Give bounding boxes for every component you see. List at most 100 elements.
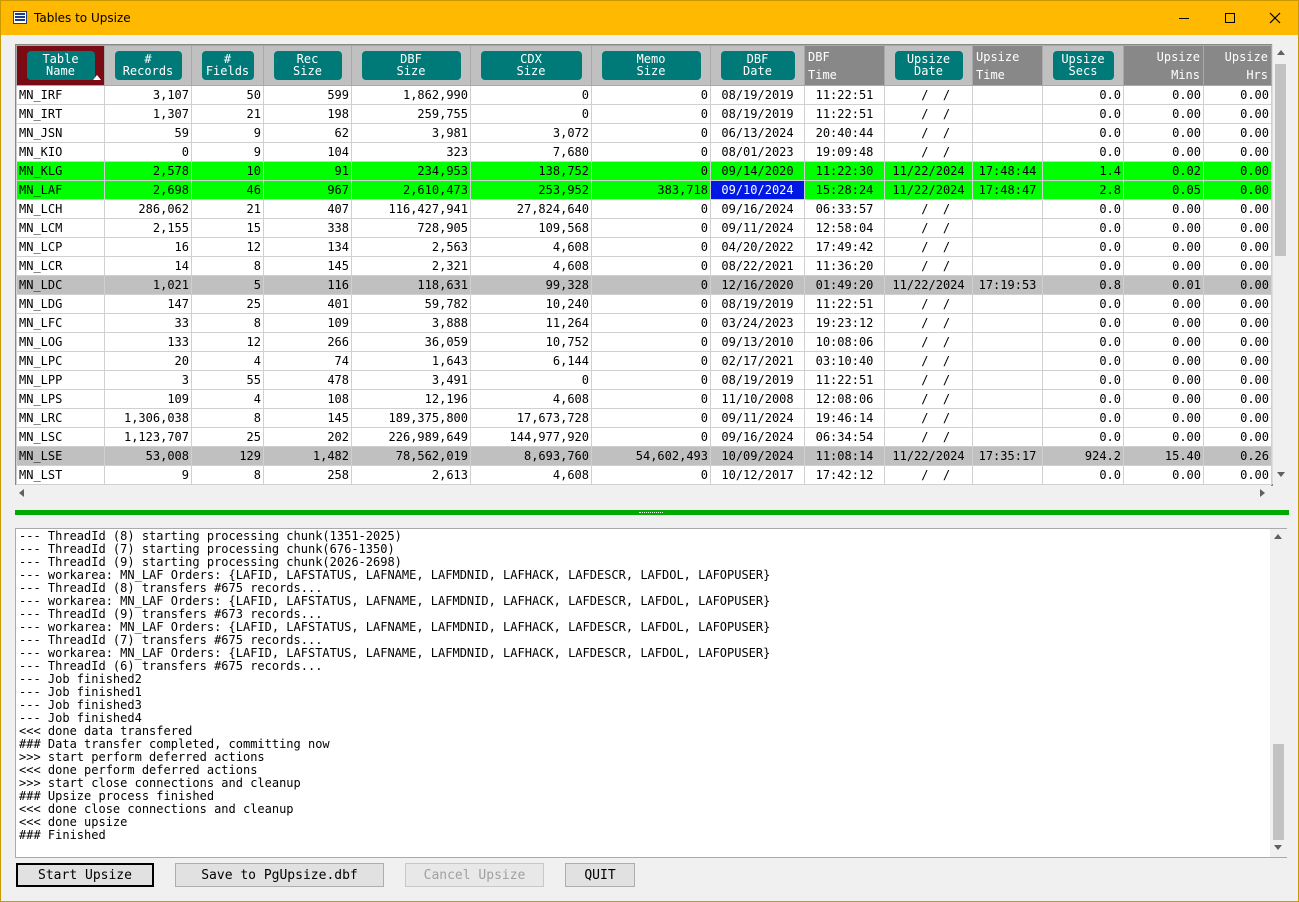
- grid-cell[interactable]: / /: [884, 370, 973, 390]
- grid-cell[interactable]: 189,375,800: [351, 408, 471, 428]
- grid-cell[interactable]: 0: [591, 123, 711, 143]
- grid-cell[interactable]: MN_LSC: [16, 427, 105, 447]
- grid-cell[interactable]: / /: [884, 237, 973, 257]
- grid-cell[interactable]: 134: [263, 237, 352, 257]
- grid-cell[interactable]: 4: [191, 389, 264, 409]
- table-row[interactable]: MN_IRT 1,307 21 198 259,755 0 0 08/19/2019 11:22…: [16, 104, 1272, 124]
- grid-cell[interactable]: / /: [884, 85, 973, 105]
- column-header-upsize-mins[interactable]: Upsize Mins: [1123, 45, 1204, 86]
- grid-horizontal-scrollbar[interactable]: [15, 485, 1271, 501]
- grid-cell[interactable]: 0: [591, 104, 711, 124]
- grid-cell[interactable]: 0: [104, 142, 192, 162]
- scroll-up-icon[interactable]: [1277, 50, 1285, 55]
- grid-cell[interactable]: 10,752: [470, 332, 592, 352]
- grid-cell[interactable]: 8: [191, 256, 264, 276]
- grid-cell[interactable]: 2,613: [351, 465, 471, 485]
- grid-cell[interactable]: 0: [591, 142, 711, 162]
- grid-cell[interactable]: 1,123,707: [104, 427, 192, 447]
- grid-cell[interactable]: 0.00: [1203, 199, 1272, 219]
- grid-cell[interactable]: 10,240: [470, 294, 592, 314]
- grid-cell[interactable]: 50: [191, 85, 264, 105]
- log-panel[interactable]: --- ThreadId (8) starting processing chu…: [15, 528, 1287, 858]
- grid-cell[interactable]: 0: [591, 389, 711, 409]
- table-row[interactable]: MN_KIO 0 9 104 323 7,680 0 08/01/2023 19:09:48 /…: [16, 142, 1272, 162]
- grid-cell[interactable]: 91: [263, 161, 352, 181]
- grid-cell[interactable]: 17:48:47: [972, 180, 1043, 200]
- grid-cell[interactable]: 0.0: [1042, 237, 1124, 257]
- table-row[interactable]: MN_LPC 20 4 74 1,643 6,144 0 02/17/2021 03:10:40…: [16, 351, 1272, 371]
- grid-cell[interactable]: 145: [263, 408, 352, 428]
- grid-cell[interactable]: 7,680: [470, 142, 592, 162]
- grid-cell[interactable]: 0: [591, 408, 711, 428]
- column-header-memo-size[interactable]: Memo Size: [591, 45, 711, 86]
- grid-cell[interactable]: MN_LPS: [16, 389, 105, 409]
- grid-cell[interactable]: / /: [884, 123, 973, 143]
- grid-cell[interactable]: 0.00: [1203, 104, 1272, 124]
- scroll-right-icon[interactable]: [1260, 489, 1265, 497]
- grid-cell[interactable]: 0.01: [1123, 275, 1204, 295]
- grid-cell[interactable]: 11,264: [470, 313, 592, 333]
- grid-cell[interactable]: 0: [591, 218, 711, 238]
- grid-cell[interactable]: 17:42:12: [804, 465, 885, 485]
- grid-cell[interactable]: 6,144: [470, 351, 592, 371]
- grid-cell[interactable]: 3,491: [351, 370, 471, 390]
- grid-cell[interactable]: / /: [884, 142, 973, 162]
- grid-cell[interactable]: 0: [591, 332, 711, 352]
- grid-cell[interactable]: 0.00: [1123, 408, 1204, 428]
- grid-cell[interactable]: 08/22/2021: [710, 256, 805, 276]
- grid-cell[interactable]: 04/20/2022: [710, 237, 805, 257]
- grid-cell[interactable]: 0.0: [1042, 370, 1124, 390]
- column-header-upsize-secs[interactable]: Upsize Secs: [1042, 45, 1124, 86]
- column-header-upsize-date[interactable]: Upsize Date: [884, 45, 973, 86]
- column-header-dbf-size[interactable]: DBF Size: [351, 45, 471, 86]
- table-row[interactable]: MN_LAF 2,698 46 967 2,610,473 253,952 383,718 0…: [16, 180, 1272, 200]
- grid-cell[interactable]: 0.0: [1042, 389, 1124, 409]
- grid-cell[interactable]: 0.0: [1042, 408, 1124, 428]
- quit-button[interactable]: QUIT: [565, 863, 635, 887]
- grid-cell[interactable]: 11/22/2024: [884, 446, 973, 466]
- grid-cell[interactable]: 0.00: [1203, 294, 1272, 314]
- scroll-down-icon[interactable]: [1274, 845, 1282, 850]
- grid-cell[interactable]: / /: [884, 218, 973, 238]
- scroll-left-icon[interactable]: [19, 489, 24, 497]
- grid-cell[interactable]: 138,752: [470, 161, 592, 181]
- grid-cell[interactable]: 09/16/2024: [710, 427, 805, 447]
- grid-cell[interactable]: 0.00: [1123, 199, 1204, 219]
- column-header-rec-size[interactable]: Rec Size: [263, 45, 352, 86]
- grid-cell[interactable]: 9: [104, 465, 192, 485]
- grid-cell[interactable]: 0: [591, 85, 711, 105]
- grid-cell[interactable]: 0: [591, 465, 711, 485]
- grid-cell[interactable]: 0: [591, 256, 711, 276]
- grid-cell[interactable]: 8: [191, 465, 264, 485]
- grid-cell[interactable]: 0: [591, 313, 711, 333]
- grid-cell[interactable]: MN_LCP: [16, 237, 105, 257]
- grid-cell[interactable]: 2.8: [1042, 180, 1124, 200]
- grid-cell[interactable]: 11/22/2024: [884, 180, 973, 200]
- grid-cell[interactable]: 234,953: [351, 161, 471, 181]
- grid-cell[interactable]: 226,989,649: [351, 427, 471, 447]
- grid-cell[interactable]: 0.0: [1042, 294, 1124, 314]
- grid-cell[interactable]: 259,755: [351, 104, 471, 124]
- grid-cell[interactable]: 21: [191, 104, 264, 124]
- tables-grid[interactable]: Table Name # Records # Fields Rec Size DBF S…: [15, 44, 1273, 486]
- scroll-down-icon[interactable]: [1277, 472, 1285, 477]
- grid-cell[interactable]: 0.0: [1042, 199, 1124, 219]
- grid-cell[interactable]: 258: [263, 465, 352, 485]
- grid-cell[interactable]: 12:58:04: [804, 218, 885, 238]
- grid-cell[interactable]: 20: [104, 351, 192, 371]
- grid-cell[interactable]: MN_LAF: [16, 180, 105, 200]
- grid-cell[interactable]: 0.00: [1203, 237, 1272, 257]
- grid-cell[interactable]: 0.0: [1042, 351, 1124, 371]
- log-vertical-scrollbar[interactable]: [1270, 529, 1287, 857]
- grid-cell[interactable]: 08/19/2019: [710, 85, 805, 105]
- splitter-grip-icon[interactable]: [639, 512, 663, 514]
- grid-cell[interactable]: MN_LDC: [16, 275, 105, 295]
- grid-cell[interactable]: 09/11/2024: [710, 218, 805, 238]
- grid-cell[interactable]: 0.00: [1203, 313, 1272, 333]
- grid-cell[interactable]: 0.00: [1123, 294, 1204, 314]
- grid-cell[interactable]: 99,328: [470, 275, 592, 295]
- grid-cell[interactable]: 09/11/2024: [710, 408, 805, 428]
- grid-cell[interactable]: 1,021: [104, 275, 192, 295]
- grid-cell[interactable]: / /: [884, 332, 973, 352]
- grid-vertical-scrollbar[interactable]: [1272, 44, 1288, 484]
